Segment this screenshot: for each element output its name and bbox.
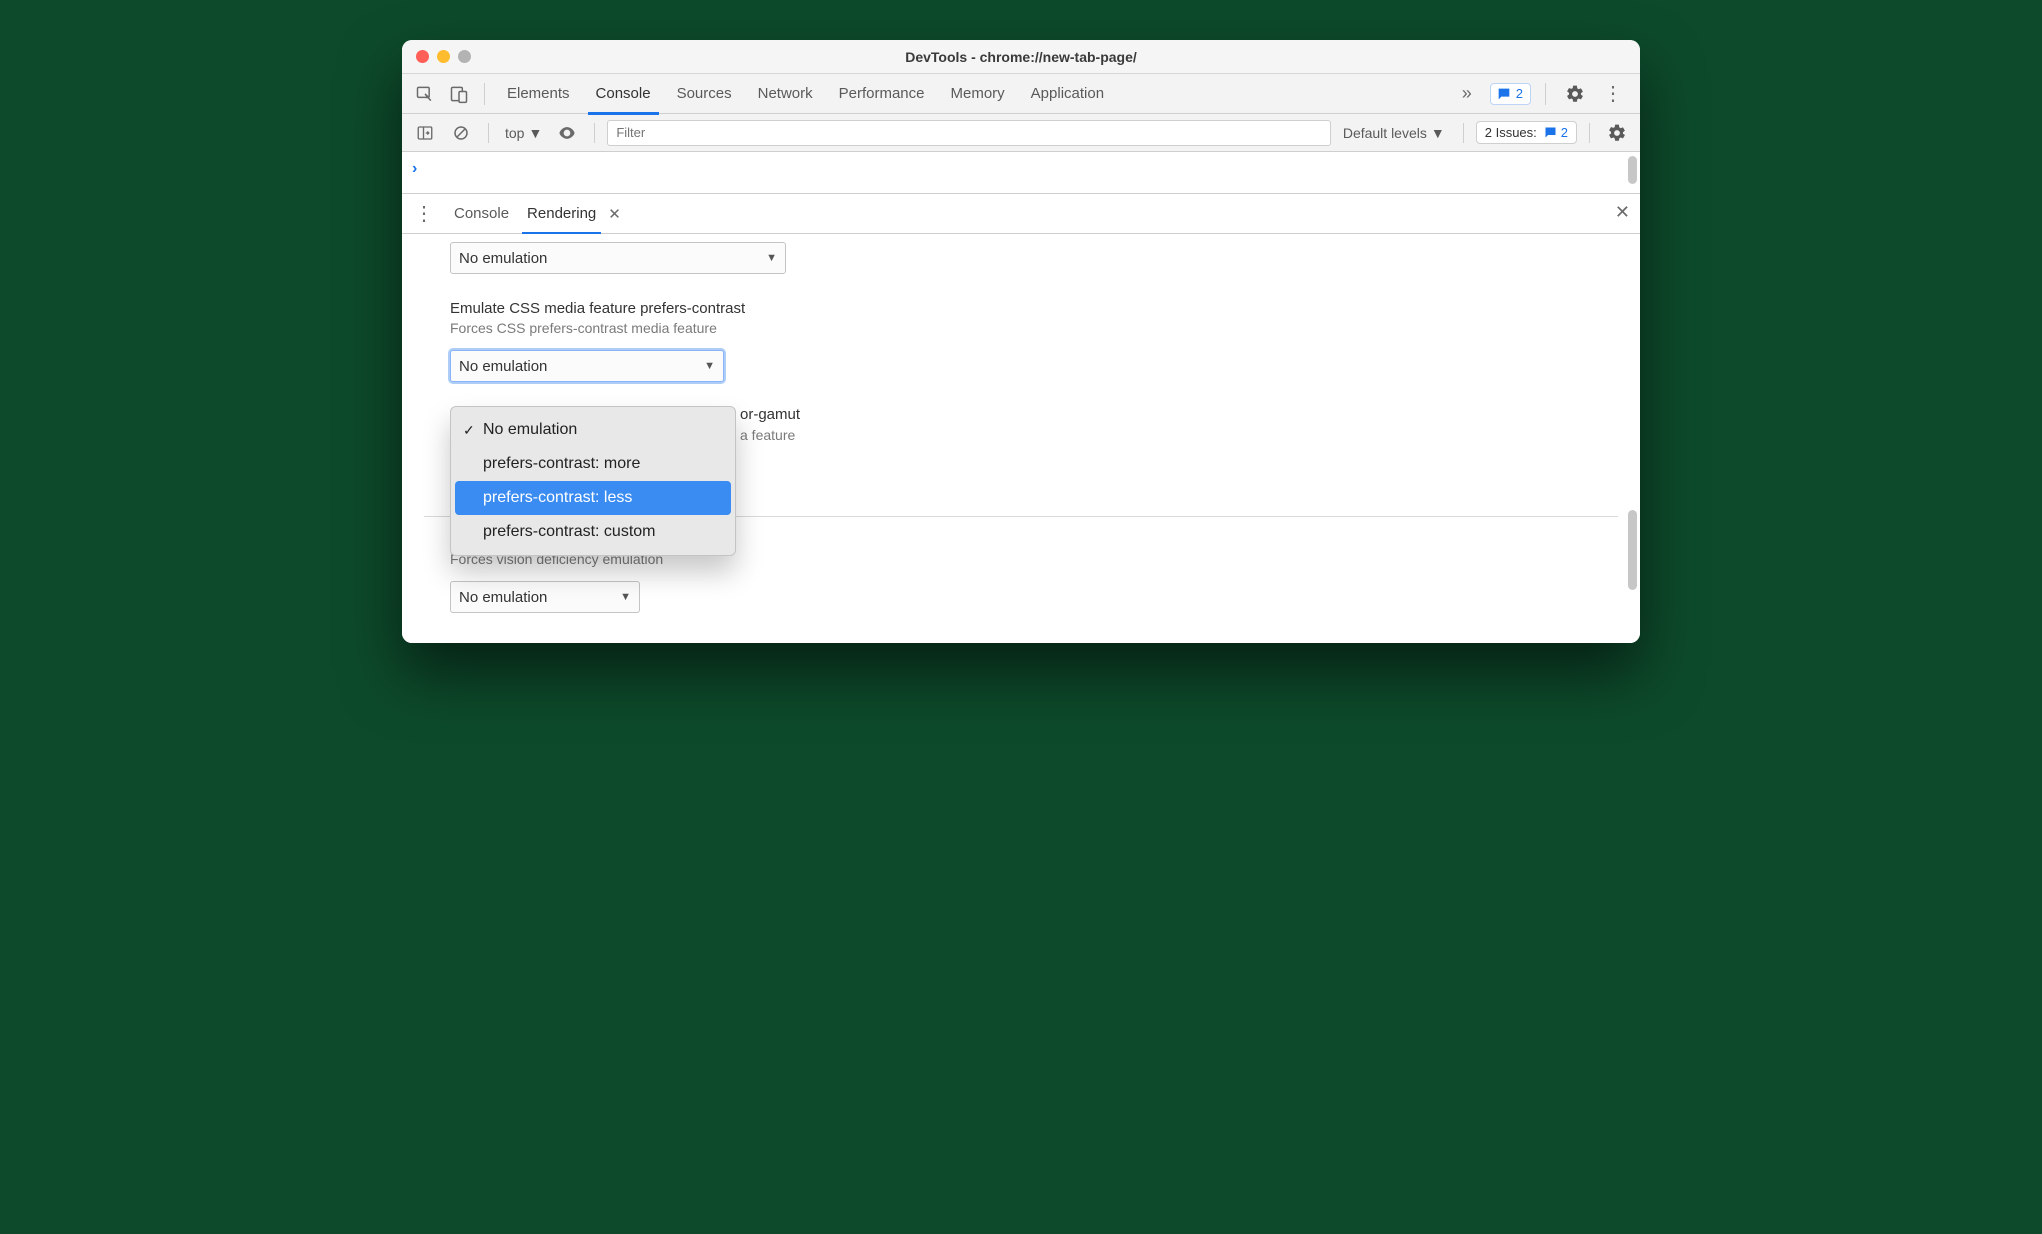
drawer-tab-rendering[interactable]: Rendering [525, 197, 598, 230]
main-tabbar: Elements Console Sources Network Perform… [402, 74, 1640, 114]
contrast-select[interactable]: No emulation ▼ [450, 350, 724, 382]
window-title: DevTools - chrome://new-tab-page/ [402, 49, 1640, 65]
settings-gear-icon[interactable] [1560, 79, 1590, 109]
devtools-window: DevTools - chrome://new-tab-page/ Elemen… [402, 40, 1640, 643]
execution-context-selector[interactable]: top ▼ [501, 125, 546, 141]
option-contrast-custom[interactable]: prefers-contrast: custom [455, 515, 731, 549]
titlebar: DevTools - chrome://new-tab-page/ [402, 40, 1640, 74]
tab-console[interactable]: Console [592, 77, 655, 110]
right-tools: » 2 ⋮ [1452, 79, 1632, 109]
option-contrast-less[interactable]: prefers-contrast: less [455, 481, 731, 515]
filter-input[interactable] [607, 120, 1331, 146]
main-tabs: Elements Console Sources Network Perform… [495, 77, 1448, 110]
drawer-tab-console[interactable]: Console [452, 197, 511, 230]
toggle-sidebar-icon[interactable] [410, 118, 440, 148]
scrollbar-thumb[interactable] [1628, 156, 1637, 184]
kebab-icon[interactable]: ⋮ [1598, 79, 1628, 109]
minimize-dot[interactable] [437, 50, 450, 63]
more-tabs-icon[interactable]: » [1452, 79, 1482, 109]
maximize-dot[interactable] [458, 50, 471, 63]
close-tab-icon[interactable]: ✕ [608, 205, 621, 223]
select-value: No emulation [459, 358, 547, 375]
vision-select[interactable]: No emulation ▼ [450, 581, 640, 613]
issues-mini-badge: 2 [1543, 125, 1568, 140]
console-toolbar: top ▼ Default levels ▼ 2 Issues: 2 [402, 114, 1640, 152]
issues-count: 2 [1561, 125, 1568, 140]
separator [1589, 123, 1590, 143]
levels-label: Default levels [1343, 125, 1427, 141]
device-toggle-icon[interactable] [444, 79, 474, 109]
context-label: top [505, 125, 524, 141]
tab-memory[interactable]: Memory [947, 77, 1009, 110]
console-settings-gear-icon[interactable] [1602, 118, 1632, 148]
contrast-subtitle: Forces CSS prefers-contrast media featur… [450, 320, 1592, 336]
inspect-icon[interactable] [410, 79, 440, 109]
tab-performance[interactable]: Performance [835, 77, 929, 110]
log-levels-selector[interactable]: Default levels ▼ [1337, 125, 1451, 141]
separator [488, 123, 489, 143]
gamut-title-partial: or-gamut [740, 406, 800, 423]
contrast-dropdown-popup: No emulation prefers-contrast: more pref… [450, 406, 736, 556]
separator [594, 123, 595, 143]
separator [1545, 83, 1546, 105]
issues-label: 2 Issues: [1485, 125, 1537, 140]
tab-elements[interactable]: Elements [503, 77, 574, 110]
chevron-down-icon: ▼ [704, 360, 715, 372]
contrast-title: Emulate CSS media feature prefers-contra… [450, 300, 1592, 317]
gamut-subtitle-partial: a feature [740, 427, 795, 443]
separator [1463, 123, 1464, 143]
chevron-down-icon: ▼ [620, 591, 631, 603]
chevron-down-icon: ▼ [766, 252, 777, 264]
scrollbar-thumb[interactable] [1628, 510, 1637, 590]
clear-console-icon[interactable] [446, 118, 476, 148]
tab-sources[interactable]: Sources [673, 77, 736, 110]
drawer-tabbar: ⋮ Console Rendering ✕ ✕ [402, 194, 1640, 234]
rendering-pane: No emulation ▼ Emulate CSS media feature… [402, 234, 1640, 643]
live-expression-eye-icon[interactable] [552, 118, 582, 148]
option-no-emulation[interactable]: No emulation [455, 413, 731, 447]
select-value: No emulation [459, 250, 547, 267]
tab-application[interactable]: Application [1027, 77, 1108, 110]
select-value: No emulation [459, 589, 547, 606]
warnings-count: 2 [1516, 86, 1523, 101]
close-dot[interactable] [416, 50, 429, 63]
console-body: › [402, 152, 1640, 194]
traffic-lights [402, 50, 471, 63]
chevron-down-icon: ▼ [1431, 125, 1445, 141]
console-prompt-caret-icon[interactable]: › [412, 160, 417, 178]
option-contrast-more[interactable]: prefers-contrast: more [455, 447, 731, 481]
top-emulation-select[interactable]: No emulation ▼ [450, 242, 786, 274]
separator [484, 83, 485, 105]
warnings-badge[interactable]: 2 [1490, 83, 1531, 105]
drawer-more-icon[interactable]: ⋮ [410, 201, 438, 226]
issues-pill[interactable]: 2 Issues: 2 [1476, 121, 1577, 144]
close-drawer-icon[interactable]: ✕ [1615, 202, 1630, 223]
chevron-down-icon: ▼ [528, 125, 542, 141]
tab-network[interactable]: Network [754, 77, 817, 110]
